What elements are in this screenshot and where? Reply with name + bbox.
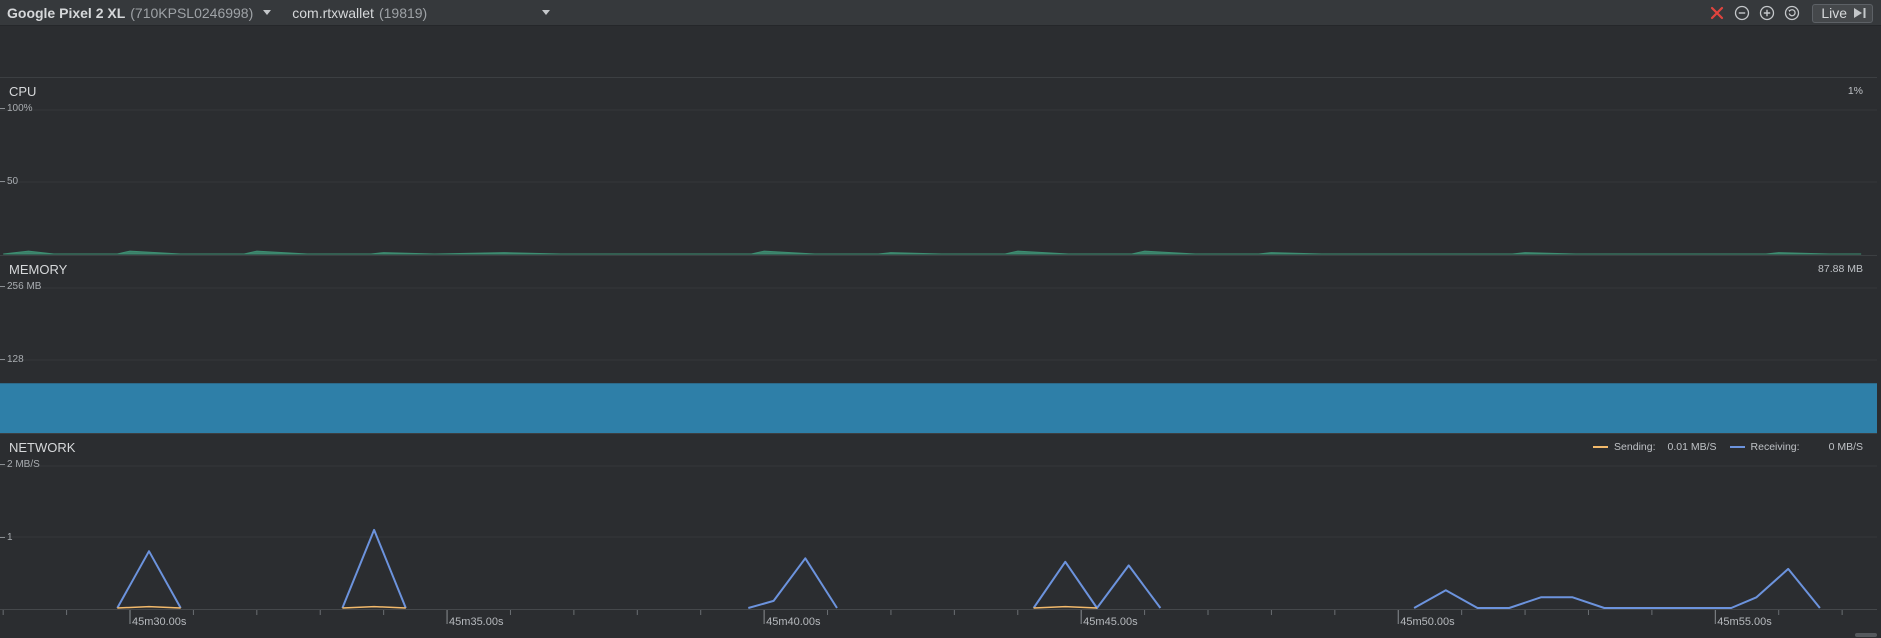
horizontal-scrollbar[interactable] xyxy=(1855,633,1877,637)
chevron-down-icon xyxy=(263,10,272,15)
memory-current-value: 87.88 MB xyxy=(1818,263,1863,275)
memory-tick-mid: 128 xyxy=(0,354,24,365)
sending-value: 0.01 MB/S xyxy=(1667,441,1717,453)
cpu-usage-area xyxy=(3,250,1862,255)
profiler-toolbar: Google Pixel 2 XL (710KPSL0246998) com.r… xyxy=(0,0,1881,26)
process-name: com.rtxwallet xyxy=(292,4,374,21)
zoom-in-button[interactable] xyxy=(1757,3,1777,23)
network-tick-max: 2 MB/S xyxy=(0,459,40,470)
network-tick-mid: 1 xyxy=(0,532,13,543)
receiving-value: 0 MB/S xyxy=(1828,441,1863,453)
zoom-in-icon xyxy=(1760,5,1775,21)
cpu-title: CPU xyxy=(9,84,37,99)
time-axis[interactable]: 45m30.00s 45m35.00s 45m40.00s 45m45.00s … xyxy=(0,609,1877,638)
receiving-swatch xyxy=(1729,446,1745,448)
play-to-end-icon xyxy=(1854,8,1866,18)
device-dropdown[interactable]: Google Pixel 2 XL (710KPSL0246998) xyxy=(7,4,272,21)
memory-chart xyxy=(0,287,1877,433)
device-name: Google Pixel 2 XL xyxy=(7,4,126,21)
network-monitor[interactable]: NETWORK Sending: 0.01 MB/S Receiving: 0 … xyxy=(0,434,1877,609)
cpu-tick-max: 100% xyxy=(0,103,33,114)
cpu-current-value: 1% xyxy=(1847,85,1863,97)
network-receiving-line xyxy=(116,528,1821,609)
network-title: NETWORK xyxy=(9,440,76,455)
reset-zoom-icon xyxy=(1785,5,1800,21)
time-axis-label: 45m50.00s xyxy=(1400,616,1455,628)
time-axis-label: 45m40.00s xyxy=(766,616,821,628)
chevron-down-icon xyxy=(542,10,551,15)
network-legend: Sending: 0.01 MB/S Receiving: 0 MB/S xyxy=(1593,441,1863,453)
cpu-tick-mid: 50 xyxy=(0,176,18,187)
zoom-out-button[interactable] xyxy=(1732,3,1752,23)
memory-monitor[interactable]: MEMORY 87.88 MB 256 MB 128 xyxy=(0,256,1877,434)
time-axis-label: 45m30.00s xyxy=(131,616,187,628)
time-axis-ticks xyxy=(2,610,1843,624)
memory-usage-area xyxy=(0,383,1877,433)
event-timeline-band xyxy=(0,27,1877,78)
device-serial: (710KPSL0246998) xyxy=(130,4,254,21)
time-axis-label: 45m35.00s xyxy=(449,616,504,628)
memory-title: MEMORY xyxy=(9,262,68,277)
process-dropdown[interactable]: com.rtxwallet (19819) xyxy=(292,4,551,21)
stop-session-button[interactable] xyxy=(1707,3,1727,23)
network-chart xyxy=(0,465,1877,609)
live-label: Live xyxy=(1821,5,1847,21)
process-pid: (19819) xyxy=(378,4,428,21)
sending-swatch xyxy=(1593,446,1609,448)
time-axis-label: 45m55.00s xyxy=(1717,616,1772,628)
receiving-label: Receiving: xyxy=(1750,441,1800,453)
toolbar-actions: Live xyxy=(1702,0,1873,26)
cpu-chart xyxy=(0,109,1877,255)
live-button[interactable]: Live xyxy=(1812,3,1873,23)
zoom-out-icon xyxy=(1735,5,1750,21)
memory-tick-max: 256 MB xyxy=(0,281,41,292)
time-axis-label: 45m45.00s xyxy=(1083,616,1138,628)
close-icon xyxy=(1711,6,1724,20)
network-sending-line xyxy=(117,605,1098,609)
reset-zoom-button[interactable] xyxy=(1782,3,1802,23)
cpu-monitor[interactable]: CPU 1% 100% 50 xyxy=(0,78,1877,256)
sending-label: Sending: xyxy=(1614,441,1656,453)
